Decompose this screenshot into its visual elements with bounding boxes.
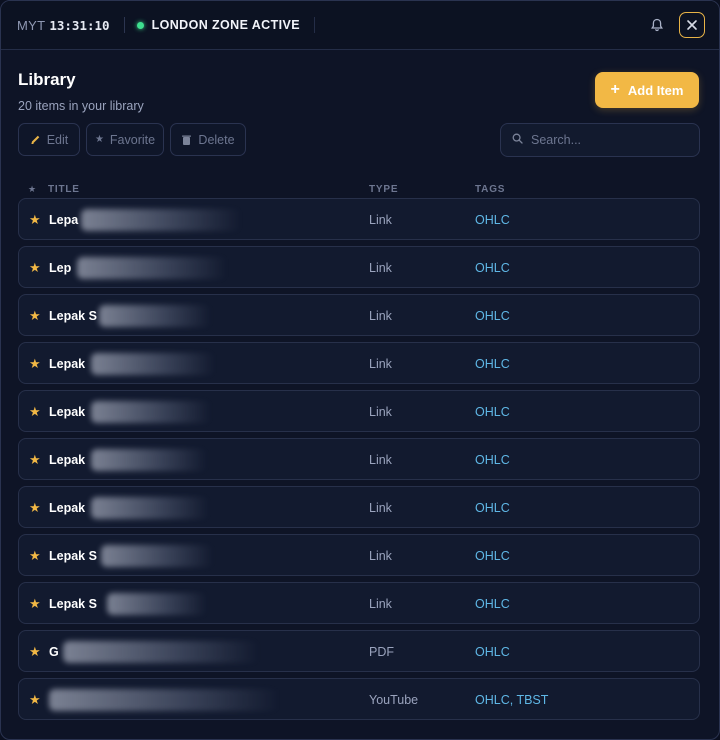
redacted-text <box>91 353 215 375</box>
row-tags[interactable]: OHLC <box>475 213 510 227</box>
row-type: PDF <box>369 645 394 659</box>
library-window: MYT 13:31:10 LONDON ZONE ACTIVE Library … <box>0 0 720 740</box>
table-row[interactable]: ★ Lepak Link OHLC <box>18 390 700 432</box>
row-type: Link <box>369 453 392 467</box>
row-title: Lepak S <box>49 549 97 563</box>
star-column-icon: ★ <box>28 184 37 194</box>
row-tags[interactable]: OHLC <box>475 597 510 611</box>
redacted-text <box>81 209 241 231</box>
redacted-text <box>91 401 211 423</box>
add-item-label: Add Item <box>627 82 684 98</box>
row-tags[interactable]: OHLC <box>475 261 510 275</box>
table-row[interactable]: ★ Lepak Link OHLC <box>18 486 700 528</box>
table-row[interactable]: ★ Lepak Link OHLC <box>18 342 700 384</box>
star-icon[interactable]: ★ <box>29 260 41 276</box>
favorite-button[interactable]: ★ Favorite <box>86 123 164 156</box>
table-row[interactable]: ★ G PDF OHLC <box>18 630 700 672</box>
redacted-text <box>63 641 259 663</box>
top-bar: MYT 13:31:10 LONDON ZONE ACTIVE <box>1 1 719 50</box>
toolbar: Edit ★ Favorite Delete <box>18 123 702 163</box>
row-type: Link <box>369 501 392 515</box>
row-title: Lepak <box>49 357 86 371</box>
table-row[interactable]: ★ Lep Link OHLC <box>18 246 700 288</box>
edit-button[interactable]: Edit <box>18 123 80 156</box>
row-tags[interactable]: OHLC <box>475 453 510 467</box>
table-row[interactable]: ★ Lepak S Link OHLC <box>18 534 700 576</box>
close-icon[interactable] <box>679 12 705 38</box>
row-type: Link <box>369 549 392 563</box>
divider <box>123 17 125 33</box>
redacted-text <box>107 593 207 615</box>
bell-icon[interactable] <box>643 11 671 39</box>
redacted-text <box>101 545 213 567</box>
row-type: Link <box>369 213 392 227</box>
redacted-text <box>91 449 207 471</box>
star-icon[interactable]: ★ <box>29 212 41 228</box>
row-title: Lepak <box>49 453 86 467</box>
star-icon[interactable]: ★ <box>29 404 41 420</box>
status-dot <box>136 21 144 29</box>
row-title: Lepa <box>49 213 79 227</box>
redacted-text <box>99 305 211 327</box>
redacted-text <box>77 257 227 279</box>
column-title[interactable]: TITLE <box>48 184 80 195</box>
search-input[interactable] <box>531 133 691 147</box>
delete-label: Delete <box>198 132 235 147</box>
row-tags[interactable]: OHLC <box>475 645 510 659</box>
table-row[interactable]: ★ YouTube OHLC, TBST <box>18 678 700 720</box>
star-icon[interactable]: ★ <box>29 596 41 612</box>
table-row[interactable]: ★ Lepak S Link OHLC <box>18 582 700 624</box>
timezone-label: MYT <box>17 17 46 33</box>
table-row[interactable]: ★ Lepak Link OHLC <box>18 438 700 480</box>
redacted-text <box>91 497 209 519</box>
delete-button[interactable]: Delete <box>170 123 246 156</box>
column-tags[interactable]: TAGS <box>475 184 505 195</box>
row-type: Link <box>369 261 392 275</box>
redacted-text <box>49 689 279 711</box>
row-tags[interactable]: OHLC <box>475 549 510 563</box>
edit-label: Edit <box>46 132 69 147</box>
plus-icon: + <box>610 81 620 98</box>
row-tags[interactable]: OHLC <box>475 357 510 371</box>
star-icon[interactable]: ★ <box>29 308 41 324</box>
row-tags[interactable]: OHLC, TBST <box>475 693 548 707</box>
row-title: Lepak S <box>49 309 97 323</box>
row-tags[interactable]: OHLC <box>475 405 510 419</box>
star-icon: ★ <box>94 134 104 145</box>
row-tags[interactable]: OHLC <box>475 309 510 323</box>
row-type: Link <box>369 309 392 323</box>
clock: 13:31:10 <box>49 17 110 33</box>
add-item-button[interactable]: + Add Item <box>595 72 699 108</box>
table-row[interactable]: ★ Lepak S Link OHLC <box>18 294 700 336</box>
row-type: YouTube <box>369 693 419 707</box>
row-title: Lep <box>49 261 72 275</box>
star-icon[interactable]: ★ <box>29 548 41 564</box>
row-title: Lepak S <box>49 597 97 611</box>
column-type[interactable]: TYPE <box>369 184 398 195</box>
pencil-icon <box>30 134 41 145</box>
row-tags[interactable]: OHLC <box>475 501 510 515</box>
star-icon[interactable]: ★ <box>29 500 41 516</box>
trash-icon <box>181 134 192 146</box>
row-title: G <box>49 645 59 659</box>
row-title: Lepak <box>49 501 86 515</box>
favorite-label: Favorite <box>109 132 156 147</box>
library-list: ★ Lepa Link OHLC ★ Lep Link OHLC ★ Lepak… <box>18 198 700 726</box>
zone-status: LONDON ZONE ACTIVE <box>151 18 300 32</box>
star-icon[interactable]: ★ <box>29 356 41 372</box>
star-icon[interactable]: ★ <box>29 452 41 468</box>
star-icon[interactable]: ★ <box>29 644 41 660</box>
search-icon <box>512 131 523 149</box>
divider <box>313 17 315 33</box>
row-title: Lepak <box>49 405 86 419</box>
row-type: Link <box>369 597 392 611</box>
table-row[interactable]: ★ Lepa Link OHLC <box>18 198 700 240</box>
row-type: Link <box>369 405 392 419</box>
library-header: Library 20 items in your library + Add I… <box>1 50 719 120</box>
search-box[interactable] <box>500 123 700 157</box>
star-icon[interactable]: ★ <box>29 692 41 708</box>
row-type: Link <box>369 357 392 371</box>
